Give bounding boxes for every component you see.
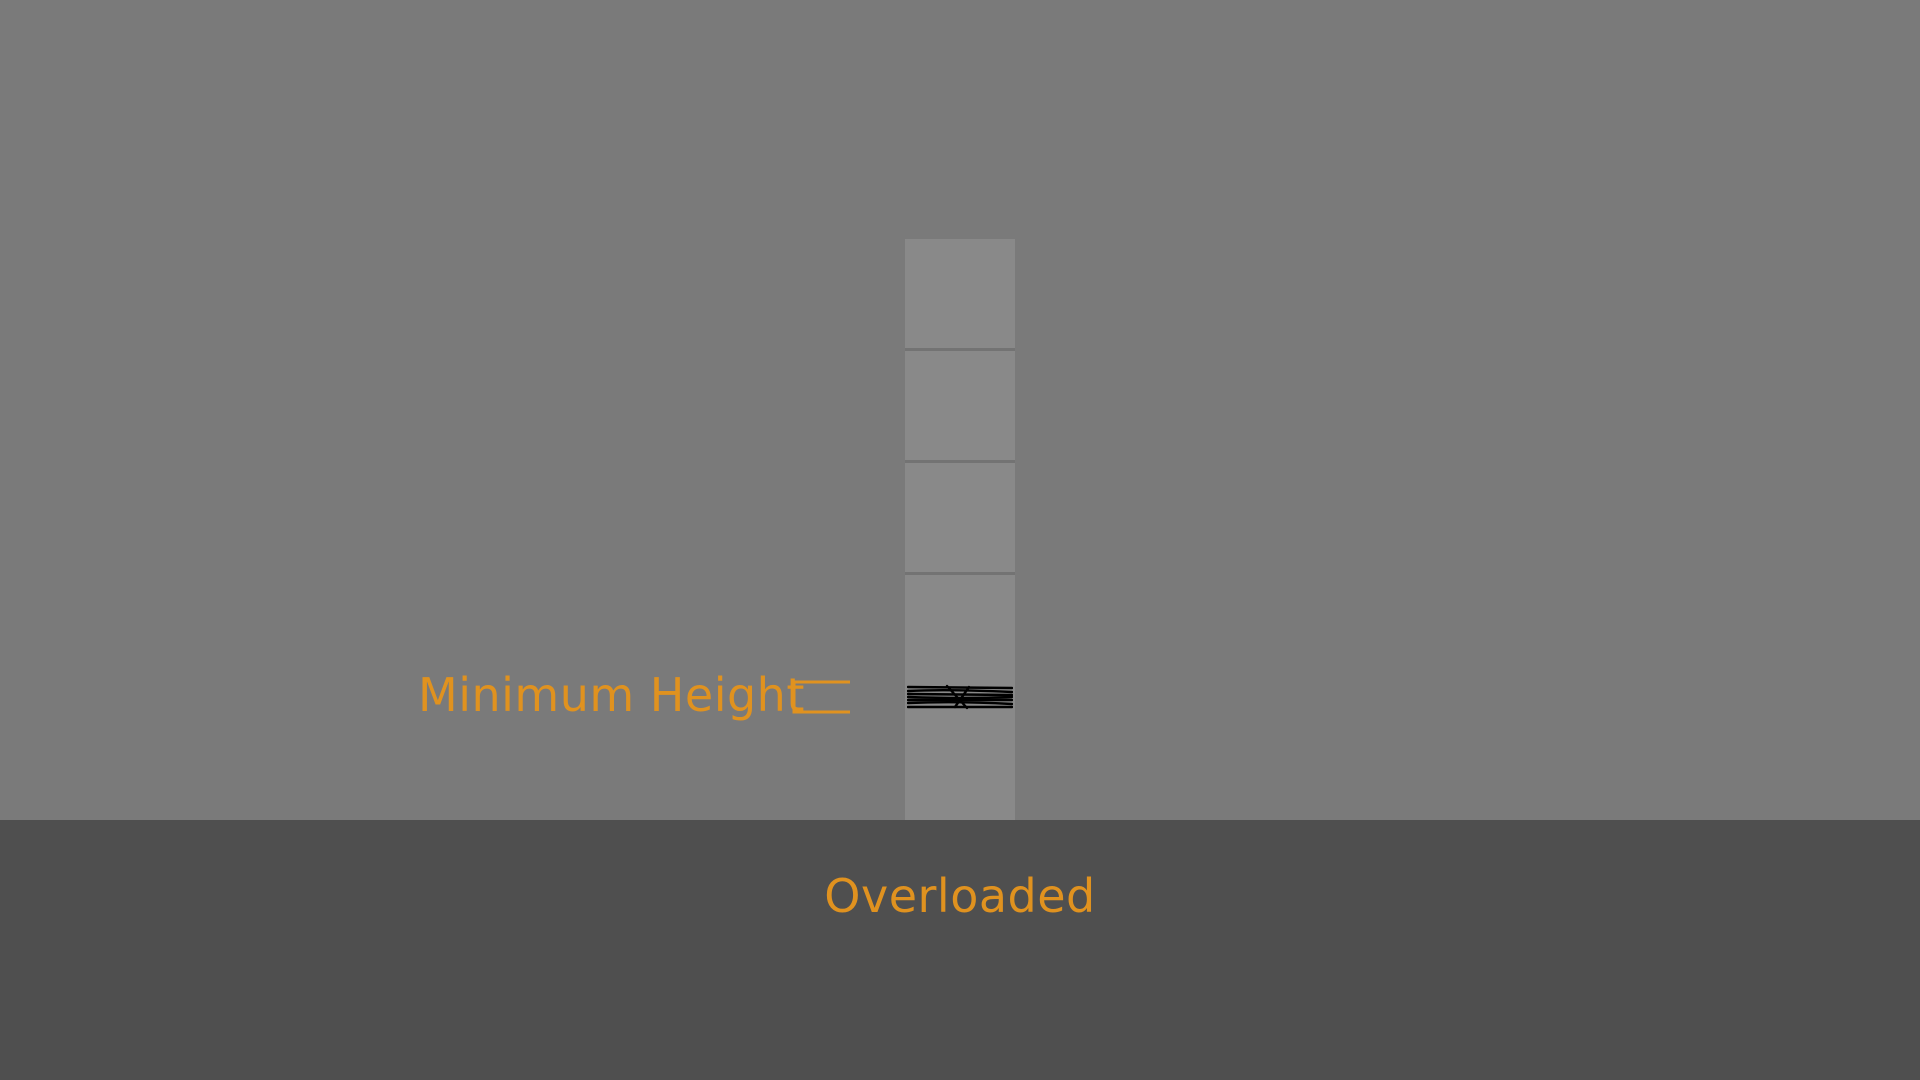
bracket-marker-icon <box>792 680 850 714</box>
column-segment-divider <box>905 572 1015 575</box>
stacked-column <box>905 239 1015 820</box>
compressed-segment-icon <box>907 684 1013 710</box>
column-segment-divider <box>905 348 1015 351</box>
floor-panel <box>0 820 1920 1080</box>
diagram-canvas: Minimum Height Overloaded <box>0 0 1920 1080</box>
minimum-height-label: Minimum Height <box>418 668 805 722</box>
status-text: Overloaded <box>824 869 1096 923</box>
column-segment-divider <box>905 460 1015 463</box>
